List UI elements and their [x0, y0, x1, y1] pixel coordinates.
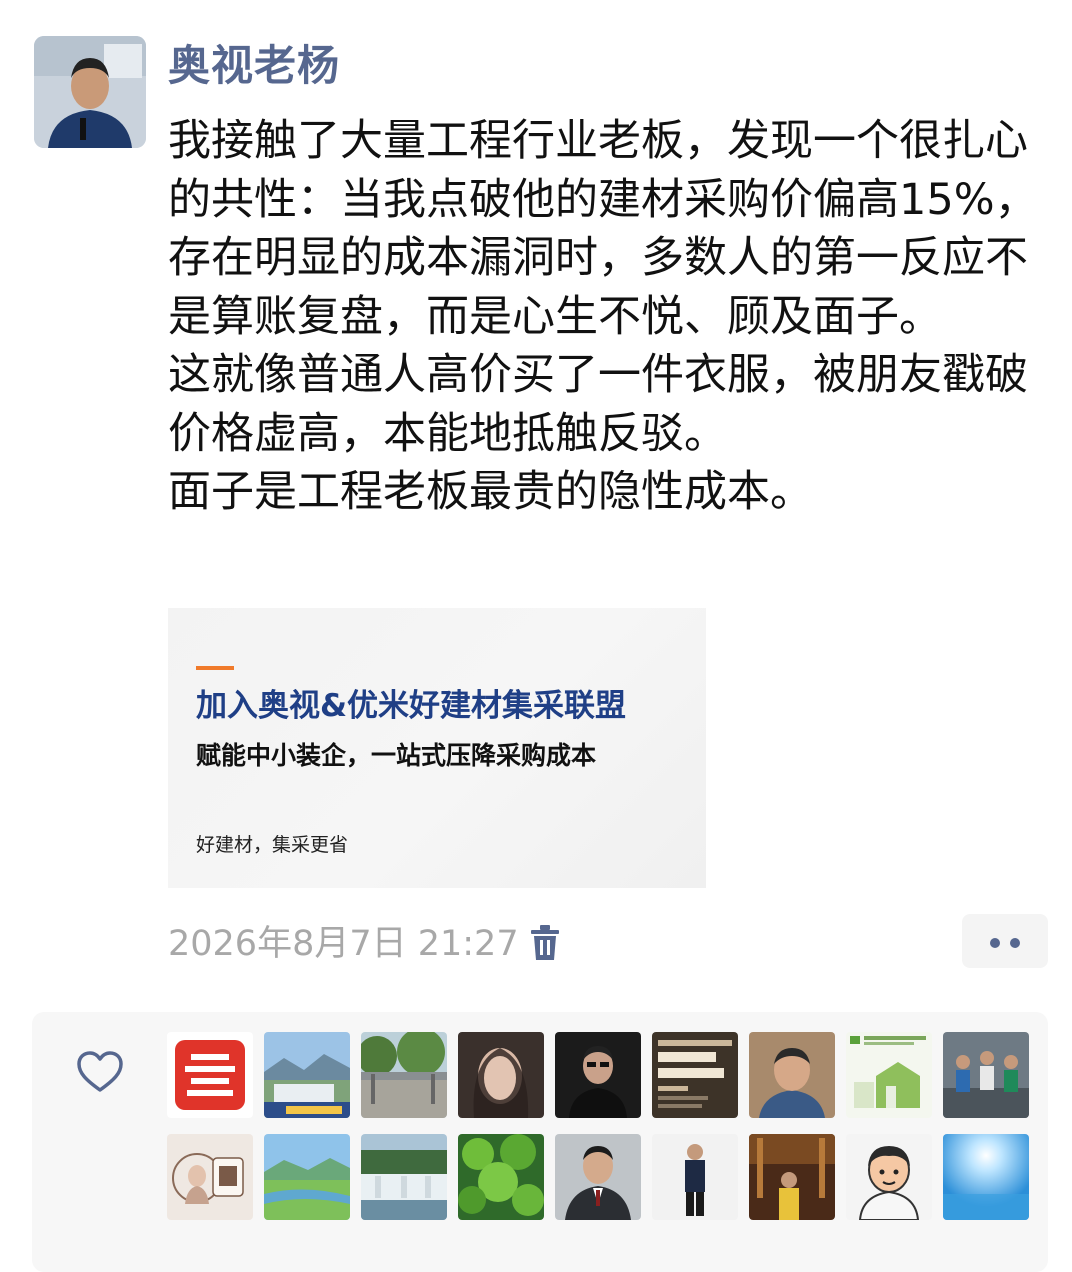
link-card-subtitle: 赋能中小装企，一站式压降采购成本	[196, 741, 597, 770]
post-paragraph: 我接触了大量工程行业老板，发现一个很扎心的共性：当我点破他的建材采购价偏高15%…	[168, 116, 1038, 342]
liker-avatar[interactable]	[846, 1134, 932, 1220]
shared-link-card[interactable]: 加入奥视&优米好建材集采联盟 赋能中小装企，一站式压降采购成本 好建材，集采更省	[168, 608, 706, 888]
liker-avatar[interactable]	[846, 1032, 932, 1118]
liker-avatar[interactable]	[749, 1134, 835, 1220]
liker-avatar[interactable]	[652, 1032, 738, 1118]
post-timestamp: 2026年8月7日 21:27	[168, 924, 519, 964]
liker-avatar[interactable]	[264, 1134, 350, 1220]
post-body: 我接触了大量工程行业老板，发现一个很扎心的共性：当我点破他的建材采购价偏高15%…	[168, 112, 1048, 522]
liker-avatar[interactable]	[555, 1032, 641, 1118]
liker-avatar[interactable]	[167, 1032, 253, 1118]
link-card-tagline: 好建材，集采更省	[196, 834, 349, 856]
likes-panel	[32, 1012, 1048, 1272]
liker-avatar[interactable]	[458, 1134, 544, 1220]
author-name[interactable]: 奥视老杨	[168, 38, 340, 94]
heart-icon	[76, 1050, 124, 1094]
link-card-title: 加入奥视&优米好建材集采联盟	[196, 688, 627, 724]
liker-avatar[interactable]	[361, 1032, 447, 1118]
more-dots-icon	[990, 938, 1000, 948]
liker-avatar[interactable]	[555, 1134, 641, 1220]
liker-avatar[interactable]	[361, 1134, 447, 1220]
liker-avatar[interactable]	[652, 1134, 738, 1220]
liker-avatar[interactable]	[749, 1032, 835, 1118]
liker-avatar[interactable]	[943, 1134, 1029, 1220]
trash-icon[interactable]	[528, 924, 562, 962]
liker-avatar[interactable]	[264, 1032, 350, 1118]
more-dots-icon	[1010, 938, 1020, 948]
liker-avatar[interactable]	[943, 1032, 1029, 1118]
liker-avatar[interactable]	[458, 1032, 544, 1118]
liker-avatar[interactable]	[167, 1134, 253, 1220]
post-paragraph: 面子是工程老板最贵的隐性成本。	[168, 467, 813, 517]
author-avatar[interactable]	[34, 36, 146, 148]
accent-bar	[196, 666, 234, 670]
post-paragraph: 这就像普通人高价买了一件衣服，被朋友戳破价格虚高，本能地抵触反驳。	[168, 350, 1028, 459]
more-options-button[interactable]	[962, 914, 1048, 968]
